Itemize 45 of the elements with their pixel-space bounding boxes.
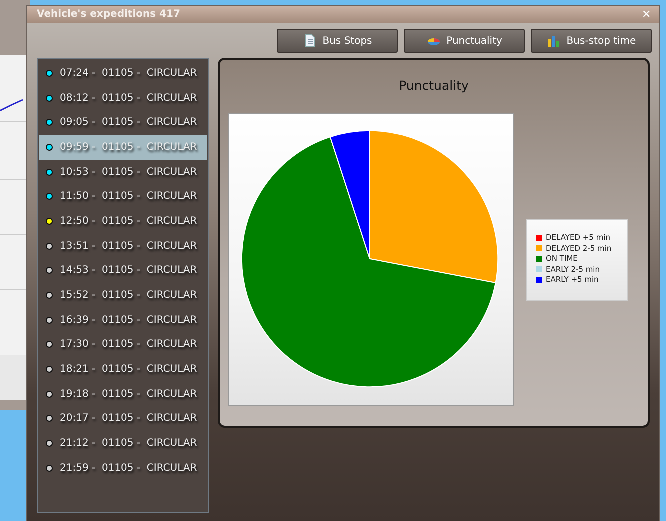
expedition-label: 20:17 - 01105 - CIRCULAR — [60, 413, 198, 424]
expedition-item[interactable]: 18:21 - 01105 - CIRCULAR — [39, 357, 207, 382]
expedition-label: 11:50 - 01105 - CIRCULAR — [60, 191, 198, 202]
expedition-item[interactable]: 21:12 - 01105 - CIRCULAR — [39, 431, 207, 456]
expedition-item[interactable]: 11:50 - 01105 - CIRCULAR — [39, 184, 207, 210]
expedition-label: 19:18 - 01105 - CIRCULAR — [60, 388, 198, 400]
window-title: Vehicle's expeditions 417 — [37, 9, 180, 20]
expedition-item[interactable]: 12:50 - 01105 - CIRCULAR — [39, 209, 207, 234]
expedition-item[interactable]: 20:17 - 01105 - CIRCULAR — [39, 406, 207, 432]
expedition-label: 18:21 - 01105 - CIRCULAR — [60, 364, 198, 376]
expedition-label: 21:12 - 01105 - CIRCULAR — [60, 438, 198, 450]
expedition-item[interactable]: 10:53 - 01105 - CIRCULAR — [39, 160, 207, 184]
expedition-label: 07:24 - 01105 - CIRCULAR — [60, 68, 198, 79]
expedition-label: 08:12 - 01105 - CIRCULAR — [60, 92, 198, 104]
expedition-item[interactable]: 17:30 - 01105 - CIRCULAR — [39, 332, 207, 358]
expedition-label: 10:53 - 01105 - CIRCULAR — [60, 166, 198, 178]
expedition-label: 12:50 - 01105 - CIRCULAR — [60, 216, 198, 227]
legend-swatch — [536, 245, 542, 251]
expedition-item[interactable]: 19:18 - 01105 - CIRCULAR — [39, 382, 207, 407]
expedition-label: 16:39 - 01105 - CIRCULAR — [60, 314, 198, 326]
legend-swatch — [536, 266, 542, 272]
bar-chart-icon — [546, 34, 561, 48]
expedition-item[interactable]: 15:52 - 01105 - CIRCULAR — [39, 283, 207, 308]
expedition-item[interactable]: 21:59 - 01105 - CIRCULAR — [39, 456, 207, 481]
expedition-label: 14:53 - 01105 - CIRCULAR — [60, 265, 198, 276]
legend-swatch — [536, 256, 542, 262]
expedition-label: 09:05 - 01105 - CIRCULAR — [60, 117, 198, 128]
expedition-item[interactable]: 07:24 - 01105 - CIRCULAR — [39, 61, 207, 86]
expedition-label: 15:52 - 01105 - CIRCULAR — [60, 290, 198, 302]
expedition-item[interactable]: 14:53 - 01105 - CIRCULAR — [39, 258, 207, 284]
expedition-label: 21:59 - 01105 - CIRCULAR — [60, 462, 198, 474]
toolbar-button[interactable]: Punctuality — [404, 29, 525, 53]
expedition-item[interactable]: 08:12 - 01105 - CIRCULAR — [39, 86, 207, 110]
expedition-item[interactable]: 16:39 - 01105 - CIRCULAR — [39, 308, 207, 333]
document-icon — [302, 34, 317, 48]
legend-swatch — [536, 276, 542, 282]
chart-title: Punctuality — [398, 78, 470, 93]
expedition-item[interactable]: 09:05 - 01105 - CIRCULAR — [39, 110, 207, 136]
expedition-label: 13:51 - 01105 - CIRCULAR — [60, 240, 198, 252]
expedition-label: 17:30 - 01105 - CIRCULAR — [60, 339, 198, 350]
toolbar-button[interactable]: Bus Stops — [277, 29, 398, 53]
expedition-item[interactable]: 13:51 - 01105 - CIRCULAR — [39, 234, 207, 258]
legend-swatch — [536, 234, 542, 240]
toolbar-button[interactable]: Bus-stop time — [531, 29, 652, 53]
expedition-label: 09:59 - 01105 - CIRCULAR — [60, 142, 198, 153]
